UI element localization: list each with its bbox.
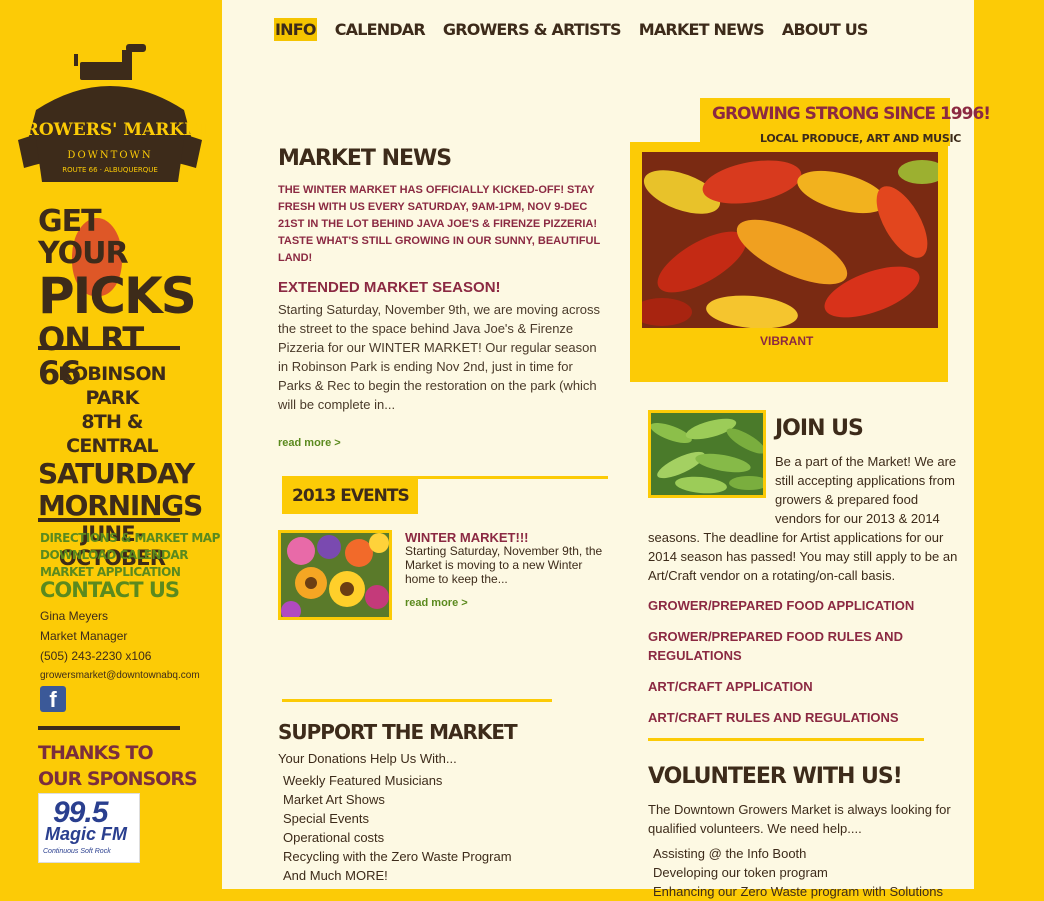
grower-rules-link[interactable]: GROWER/PREPARED FOOD RULES AND REGULATIO…	[648, 627, 948, 665]
growers-market-logo[interactable]: GROWERS' MARKET DOWNTOWN ROUTE 66 · ALBU…	[14, 40, 206, 188]
support-list: Weekly Featured Musicians Market Art Sho…	[283, 771, 512, 885]
list-item: Operational costs	[283, 830, 385, 845]
growing-subtitle: LOCAL PRODUCE, ART AND MUSIC	[760, 132, 962, 145]
schedule-place: ROBINSON PARK	[58, 363, 166, 409]
sidebar-divider-2	[38, 518, 180, 522]
art-application-link[interactable]: ART/CRAFT APPLICATION	[648, 677, 948, 696]
grower-application-link[interactable]: GROWER/PREPARED FOOD APPLICATION	[648, 596, 948, 615]
flowers-image[interactable]	[278, 530, 392, 620]
sponsor-name: Magic FM	[45, 824, 128, 844]
article-body: Starting Saturday, November 9th, we are …	[278, 302, 601, 412]
contact-title[interactable]: CONTACT US	[40, 578, 180, 602]
list-item: Weekly Featured Musicians	[283, 773, 443, 788]
list-item: Enhancing our Zero Waste program with So…	[653, 884, 943, 899]
main-nav: INFO CALENDAR GROWERS & ARTISTS MARKET N…	[274, 18, 868, 41]
volunteer-list: Assisting @ the Info Booth Developing ou…	[653, 844, 943, 901]
contact-email[interactable]: growersmarket@downtownabq.com	[40, 666, 200, 686]
logo-route: ROUTE 66 · ALBUQUERQUE	[62, 166, 158, 174]
event-body: Starting Saturday, November 9th, the Mar…	[405, 544, 603, 586]
events-title: 2013 EVENTS	[292, 486, 410, 506]
schedule-day: SATURDAY	[38, 457, 195, 490]
okra-image[interactable]	[648, 410, 766, 498]
list-item: Assisting @ the Info Booth	[653, 846, 807, 861]
tractor-icon	[74, 44, 146, 80]
list-item: Recycling with the Zero Waste Program	[283, 849, 512, 864]
sidebar-links: DIRECTIONS & MARKET MAP DOWNLOAD CALENDA…	[40, 530, 220, 581]
directions-link[interactable]: DIRECTIONS & MARKET MAP	[40, 530, 220, 547]
join-body: Be a part of the Market! We are still ac…	[775, 454, 957, 526]
sponsor-logo[interactable]: 99.5 Magic FM Continuous Soft Rock	[38, 793, 140, 863]
event-title[interactable]: WINTER MARKET!!!	[405, 530, 528, 545]
thanks-line1: THANKS TO	[38, 742, 154, 764]
volunteer-body: The Downtown Growers Market is always lo…	[648, 802, 951, 836]
picks-line2: PICKS	[38, 267, 197, 325]
sidebar-divider	[38, 346, 180, 350]
logo-downtown: DOWNTOWN	[67, 150, 152, 161]
schedule-address: 8TH & CENTRAL	[66, 411, 158, 457]
right-border	[974, 0, 1044, 889]
download-calendar-link[interactable]: DOWNLOAD CALENDAR	[40, 547, 220, 564]
nav-market-news[interactable]: MARKET NEWS	[639, 18, 765, 41]
logo-title: GROWERS' MARKET	[14, 120, 206, 140]
nav-growers-artists[interactable]: GROWERS & ARTISTS	[443, 18, 622, 41]
event-read-more-link[interactable]: read more >	[405, 597, 468, 609]
join-title: JOIN US	[775, 416, 864, 441]
contact-info: Gina Meyers Market Manager (505) 243-223…	[40, 606, 200, 686]
art-rules-link[interactable]: ART/CRAFT RULES AND REGULATIONS	[648, 708, 948, 727]
list-item: Special Events	[283, 811, 369, 826]
support-subtitle: Your Donations Help Us With...	[278, 751, 457, 766]
nav-calendar[interactable]: CALENDAR	[335, 18, 426, 41]
volunteer-rule	[648, 738, 924, 741]
contact-role: Market Manager	[40, 629, 128, 643]
volunteer-title: VOLUNTEER WITH US!	[648, 764, 903, 789]
market-news-title: MARKET NEWS	[278, 146, 452, 171]
contact-name: Gina Meyers	[40, 609, 109, 623]
read-more-link[interactable]: read more >	[278, 437, 341, 449]
picks-line1: GET YOUR	[38, 204, 129, 271]
application-links: GROWER/PREPARED FOOD APPLICATION GROWER/…	[648, 596, 948, 739]
thanks-line2: OUR SPONSORS	[38, 768, 198, 790]
sponsor-tagline: Continuous Soft Rock	[43, 848, 111, 855]
join-body-cont: seasons. The deadline for Artist applica…	[648, 530, 958, 583]
sidebar-divider-3	[38, 726, 180, 730]
growing-title: GROWING STRONG SINCE 1996!	[712, 104, 991, 124]
support-title: SUPPORT THE MARKET	[278, 720, 518, 744]
facebook-icon[interactable]: f	[40, 686, 66, 712]
contact-phone: (505) 243-2230 x106	[40, 649, 152, 663]
article-title[interactable]: EXTENDED MARKET SEASON!	[278, 279, 501, 296]
nav-info[interactable]: INFO	[274, 18, 317, 41]
market-news-intro: THE WINTER MARKET HAS OFFICIALLY KICKED-…	[278, 184, 601, 264]
nav-about-us[interactable]: ABOUT US	[782, 18, 869, 41]
image-caption: VIBRANT	[760, 334, 814, 348]
list-item: Market Art Shows	[283, 792, 385, 807]
peppers-image[interactable]	[642, 152, 938, 328]
list-item: And Much MORE!	[283, 868, 388, 883]
list-item: Developing our token program	[653, 865, 828, 880]
thanks-sponsors: THANKS TO OUR SPONSORS	[38, 740, 198, 792]
support-rule	[282, 699, 552, 702]
